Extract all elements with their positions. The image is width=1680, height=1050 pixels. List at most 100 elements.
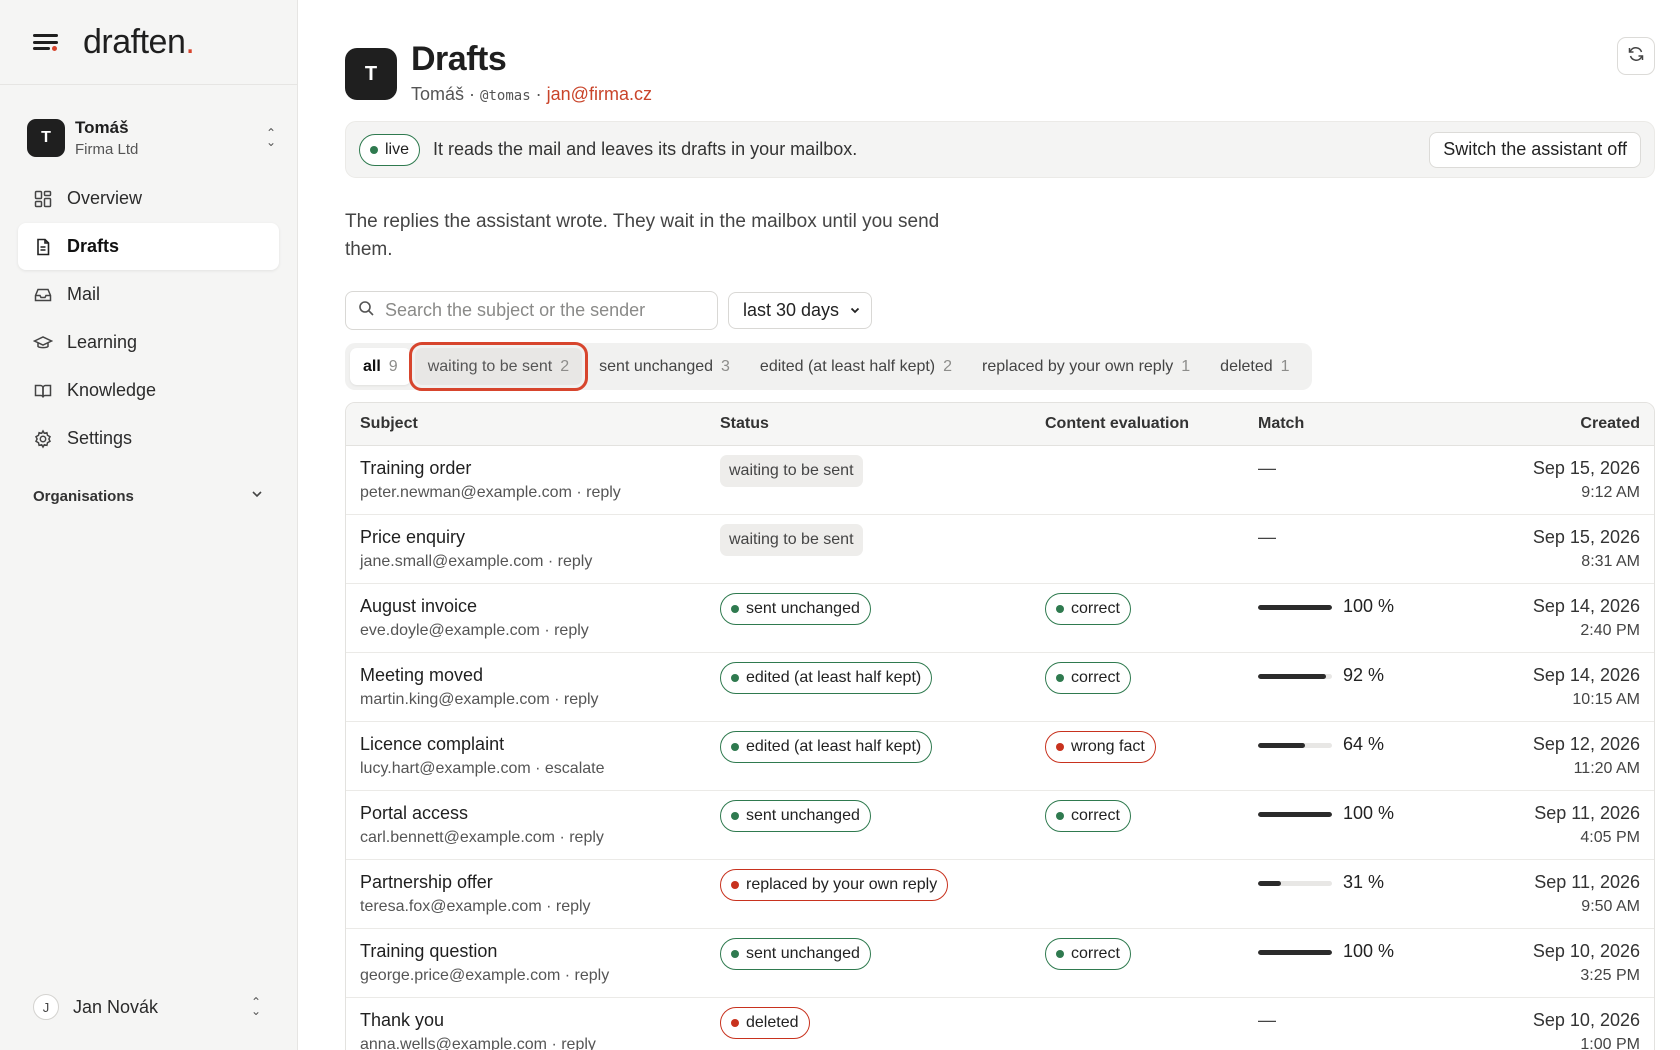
sidebar: draften. T Tomáš Firma Ltd ⌃ ⌄ Overview D… <box>0 0 298 1050</box>
created-time: 9:12 AM <box>1581 483 1640 501</box>
draft-subject[interactable]: Training question <box>360 941 692 962</box>
owner-handle: @tomas <box>480 88 531 104</box>
evaluation-badge: correct <box>1045 592 1131 625</box>
column-header-subject[interactable]: Subject <box>346 403 706 446</box>
period-select[interactable]: last 30 days <box>728 292 873 329</box>
graduation-cap-icon <box>33 333 53 353</box>
draft-subject[interactable]: Portal access <box>360 803 692 824</box>
page-description: The replies the assistant wrote. They wa… <box>345 211 940 260</box>
evaluation-badge: correct <box>1045 937 1131 970</box>
draft-subject[interactable]: Meeting moved <box>360 665 692 686</box>
column-header-evaluation[interactable]: Content evaluation <box>1031 403 1244 446</box>
status-badge: waiting to be sent <box>720 523 863 556</box>
match-empty: — <box>1258 457 1276 478</box>
status-tabs: all 9 waiting to be sent 2 sent unchanged 3… <box>345 342 1312 391</box>
sidebar-item-label: Learning <box>67 332 138 352</box>
table-row[interactable]: Price enquiry jane.small@example.com · re… <box>346 514 1654 583</box>
menu-icon[interactable] <box>33 31 61 53</box>
chevron-up-down-icon: ⌃ ⌄ <box>265 126 277 149</box>
tab-sent-unchanged[interactable]: sent unchanged 3 <box>586 348 743 385</box>
drafts-table: Subject Status Content evaluation Match … <box>345 402 1655 1050</box>
match-bar-fill <box>1258 742 1306 748</box>
status-badge: replaced by your own reply <box>720 868 949 901</box>
draft-sender: carl.bennett@example.com · reply <box>360 828 604 846</box>
search-field[interactable] <box>345 291 718 330</box>
search-icon <box>358 300 375 322</box>
created-date: Sep 10, 2026 <box>1532 940 1640 961</box>
sidebar-item-label: Overview <box>67 188 143 208</box>
owner-email[interactable]: jan@firma.cz <box>547 84 652 104</box>
created-time: 10:15 AM <box>1572 690 1640 708</box>
logo[interactable]: draften. <box>83 23 195 62</box>
draft-subject[interactable]: August invoice <box>360 596 692 617</box>
tab-edited[interactable]: edited (at least half kept) 2 <box>747 348 965 385</box>
draft-sender: eve.doyle@example.com · reply <box>360 621 589 639</box>
status-badge: edited (at least half kept) <box>720 730 933 763</box>
column-header-created[interactable]: Created <box>1464 403 1654 446</box>
match-bar-fill <box>1258 880 1281 886</box>
created-time: 3:25 PM <box>1580 966 1640 984</box>
created-time: 9:50 AM <box>1581 897 1640 915</box>
user-menu[interactable]: J Jan Novák ⌃ ⌄ <box>33 994 264 1020</box>
table-row[interactable]: Portal access carl.bennett@example.com · … <box>346 790 1654 859</box>
draft-sender: jane.small@example.com · reply <box>360 552 593 570</box>
draft-subject[interactable]: Price enquiry <box>360 527 692 548</box>
document-icon <box>33 237 53 257</box>
column-header-status[interactable]: Status <box>706 403 1031 446</box>
match-bar <box>1258 880 1332 886</box>
owner-name: Tomáš <box>411 84 465 104</box>
tab-deleted[interactable]: deleted 1 <box>1207 348 1302 385</box>
table-row[interactable]: Meeting moved martin.king@example.com · r… <box>346 652 1654 721</box>
account-avatar: T <box>27 119 65 157</box>
match-indicator: 92 % <box>1258 665 1450 686</box>
tab-all[interactable]: all 9 <box>350 348 411 385</box>
page-title: Drafts <box>411 40 507 78</box>
draft-subject[interactable]: Training order <box>360 458 692 479</box>
sidebar-item-learning[interactable]: Learning <box>18 319 279 366</box>
created-date: Sep 12, 2026 <box>1532 733 1640 754</box>
sidebar-item-knowledge[interactable]: Knowledge <box>18 367 279 414</box>
table-row[interactable]: Training question george.price@example.co… <box>346 928 1654 997</box>
draft-subject[interactable]: Partnership offer <box>360 872 692 893</box>
match-bar <box>1258 811 1332 817</box>
draft-sender: teresa.fox@example.com · reply <box>360 897 591 915</box>
sidebar-item-mail[interactable]: Mail <box>18 271 279 318</box>
column-header-match[interactable]: Match <box>1244 403 1464 446</box>
match-bar-fill <box>1258 604 1332 610</box>
organisations-toggle[interactable]: Organisations <box>33 487 264 505</box>
sidebar-item-settings[interactable]: Settings <box>18 415 279 462</box>
draft-subject[interactable]: Thank you <box>360 1010 692 1031</box>
table-row[interactable]: Training order peter.newman@example.com ·… <box>346 445 1654 514</box>
table-row[interactable]: Partnership offer teresa.fox@example.com … <box>346 859 1654 928</box>
grid-icon <box>33 189 53 209</box>
organisations-label: Organisations <box>33 487 134 505</box>
created-date: Sep 11, 2026 <box>1534 871 1640 892</box>
evaluation-badge: correct <box>1045 799 1131 832</box>
created-time: 8:31 AM <box>1581 552 1640 570</box>
chevron-up-down-icon: ⌃ ⌄ <box>250 995 262 1018</box>
match-empty: — <box>1258 526 1276 547</box>
match-value: 100 % <box>1343 595 1395 616</box>
search-input[interactable] <box>385 300 705 321</box>
table-row[interactable]: Licence complaint lucy.hart@example.com ·… <box>346 721 1654 790</box>
sidebar-item-overview[interactable]: Overview <box>18 175 279 222</box>
table-row[interactable]: August invoice eve.doyle@example.com · re… <box>346 583 1654 652</box>
sidebar-item-drafts[interactable]: Drafts <box>18 223 279 270</box>
account-name: Tomáš <box>75 118 129 137</box>
tab-waiting-to-be-sent[interactable]: waiting to be sent 2 <box>408 342 589 391</box>
switch-assistant-off-button[interactable]: Switch the assistant off <box>1429 131 1641 168</box>
account-switcher[interactable]: T Tomáš Firma Ltd ⌃ ⌄ <box>27 115 279 161</box>
created-time: 11:20 AM <box>1573 759 1640 777</box>
status-badge: deleted <box>720 1006 810 1039</box>
status-badge: sent unchanged <box>720 937 871 970</box>
created-time: 1:00 PM <box>1580 1035 1640 1050</box>
filter-bar: last 30 days <box>345 291 1655 330</box>
draft-subject[interactable]: Licence complaint <box>360 734 692 755</box>
sidebar-item-label: Settings <box>67 428 133 448</box>
sidebar-nav: Overview Drafts Mail Learning Knowledge … <box>0 175 297 462</box>
created-date: Sep 10, 2026 <box>1532 1009 1640 1030</box>
table-row[interactable]: Thank you anna.wells@example.com · reply d… <box>346 997 1654 1050</box>
tab-replaced[interactable]: replaced by your own reply 1 <box>969 348 1203 385</box>
sidebar-item-label: Drafts <box>67 236 120 256</box>
refresh-button[interactable] <box>1617 37 1655 75</box>
